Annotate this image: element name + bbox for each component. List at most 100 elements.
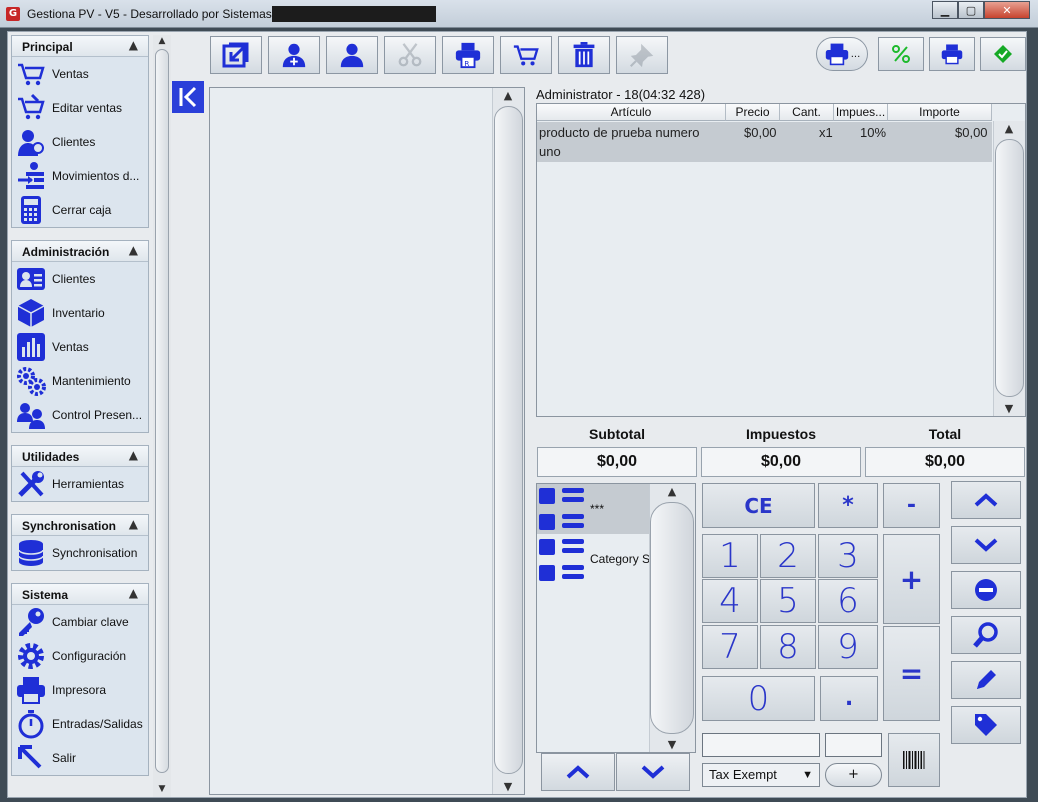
search-product-button[interactable] (951, 616, 1021, 654)
scroll-up-icon[interactable]: ▲ (493, 89, 523, 102)
page-up-button[interactable] (541, 753, 615, 791)
discount-button[interactable] (878, 37, 924, 71)
digit-8-button[interactable]: 8 (760, 625, 816, 669)
sidebar-item-label: Configuración (52, 649, 127, 663)
sidebar-item-salir[interactable]: Salir (12, 741, 148, 775)
column-header-precio[interactable]: Precio (726, 104, 780, 121)
sidebar-item-synchronisation[interactable]: Synchronisation (12, 536, 148, 570)
scroll-down-icon[interactable]: ▼ (156, 784, 168, 796)
chevron-up-icon[interactable]: ▲ (129, 586, 138, 600)
sidebar-item-herramientas[interactable]: Herramientas (12, 467, 148, 501)
chevron-up-icon[interactable]: ▲ (129, 243, 138, 257)
sidebar-item-inventario[interactable]: Inventario (12, 296, 148, 330)
delete-ticket-button[interactable] (558, 36, 610, 74)
sidebar-item-clientes[interactable]: Clientes (12, 125, 148, 159)
sidebar-item-editar-ventas[interactable]: Editar ventas (12, 91, 148, 125)
chevron-up-icon[interactable]: ▲ (129, 448, 138, 462)
column-header-impuestos[interactable]: Impues... (834, 104, 888, 121)
sidebar-item-admin-ventas[interactable]: Ventas (12, 330, 148, 364)
remove-line-button[interactable] (951, 571, 1021, 609)
scrollbar-thumb[interactable] (650, 502, 694, 734)
scroll-up-icon[interactable]: ▲ (650, 485, 694, 498)
scroll-up-icon[interactable]: ▲ (994, 122, 1024, 135)
minimize-button[interactable]: ▁ (932, 1, 958, 19)
sidebar-item-cambiar-clave[interactable]: Cambiar clave (12, 605, 148, 639)
digit-6-button[interactable]: 6 (818, 579, 878, 623)
tax-category-select[interactable]: Tax Exempt ▼ (702, 763, 820, 787)
printer-icon (825, 43, 848, 66)
digit-2-button[interactable]: 2 (760, 534, 816, 578)
attributes-button[interactable] (951, 706, 1021, 744)
cart-button[interactable] (500, 36, 552, 74)
product-panel-scrollbar[interactable]: ▲ ▼ (492, 88, 524, 794)
sidebar-scrollbar[interactable]: ▲ ▼ (153, 35, 171, 797)
scroll-down-icon[interactable]: ▼ (994, 402, 1024, 415)
sidebar-item-control-presencia[interactable]: Control Presen... (12, 398, 148, 432)
customer-button[interactable] (326, 36, 378, 74)
chevron-up-icon[interactable]: ▲ (129, 517, 138, 531)
sidebar-item-ventas[interactable]: Ventas (12, 57, 148, 91)
section-header-synchronisation[interactable]: Synchronisation ▲ (12, 515, 148, 536)
new-customer-button[interactable] (268, 36, 320, 74)
digit-7-button[interactable]: 7 (702, 625, 758, 669)
digit-9-button[interactable]: 9 (818, 625, 878, 669)
decimal-button[interactable]: . (820, 676, 878, 721)
column-header-importe[interactable]: Importe (888, 104, 992, 121)
pin-button[interactable] (616, 36, 668, 74)
section-header-sistema[interactable]: Sistema ▲ (12, 584, 148, 605)
sidebar-item-label: Clientes (52, 135, 96, 149)
section-header-utilidades[interactable]: Utilidades ▲ (12, 446, 148, 467)
print-ticket-button[interactable]: R (442, 36, 494, 74)
equals-button[interactable]: = (883, 626, 940, 721)
sidebar-item-impresora[interactable]: Impresora (12, 673, 148, 707)
digit-0-button[interactable]: 0 (702, 676, 815, 721)
close-button[interactable]: ✕ (984, 1, 1030, 19)
section-header-principal[interactable]: Principal ▲ (12, 36, 148, 57)
product-code-input[interactable] (702, 733, 820, 757)
sidebar-item-movimientos[interactable]: Movimientos d... (12, 159, 148, 193)
list-item[interactable]: Category S (537, 536, 650, 586)
scroll-down-icon[interactable]: ▼ (650, 738, 694, 751)
barcode-button[interactable] (888, 733, 940, 787)
sidebar-item-entradas-salidas[interactable]: Entradas/Salidas (12, 707, 148, 741)
edit-line-button[interactable] (951, 661, 1021, 699)
ticket-scrollbar[interactable]: ▲ ▼ (993, 121, 1025, 416)
swap-ticket-button[interactable] (210, 36, 262, 74)
split-ticket-button[interactable] (384, 36, 436, 74)
plus-button[interactable]: + (883, 534, 940, 624)
sidebar-item-cerrar-caja[interactable]: Cerrar caja (12, 193, 148, 227)
sidebar-item-admin-clientes[interactable]: Clientes (12, 262, 148, 296)
clear-entry-button[interactable]: CE (702, 483, 815, 528)
page-down-button[interactable] (616, 753, 690, 791)
scrollbar-thumb[interactable] (995, 139, 1024, 397)
digit-5-button[interactable]: 5 (760, 579, 816, 623)
confirm-payment-button[interactable] (980, 37, 1026, 71)
add-tax-button[interactable]: + (825, 763, 882, 787)
maximize-button[interactable]: ▢ (958, 1, 984, 19)
column-header-articulo[interactable]: Artículo (537, 104, 726, 121)
minus-button[interactable]: - (883, 483, 940, 528)
chevron-up-icon[interactable]: ▲ (129, 38, 138, 52)
sidebar-item-configuracion[interactable]: Configuración (12, 639, 148, 673)
scrollbar-thumb[interactable] (155, 49, 169, 773)
scroll-up-icon[interactable]: ▲ (156, 36, 168, 48)
table-row[interactable]: producto de prueba numero uno $0,00 x1 1… (537, 122, 992, 162)
print-options-button[interactable]: ... (816, 37, 868, 71)
move-down-button[interactable] (951, 526, 1021, 564)
category-scrollbar[interactable]: ▲ ▼ (649, 484, 695, 752)
print-button[interactable] (929, 37, 975, 71)
move-up-button[interactable] (951, 481, 1021, 519)
section-header-administracion[interactable]: Administración ▲ (12, 241, 148, 262)
scroll-down-icon[interactable]: ▼ (493, 780, 523, 793)
column-header-cantidad[interactable]: Cant. (780, 104, 834, 121)
sidebar-item-mantenimiento[interactable]: Mantenimiento (12, 364, 148, 398)
box-icon (17, 299, 45, 327)
scrollbar-thumb[interactable] (494, 106, 523, 774)
collapse-panel-button[interactable] (172, 81, 204, 113)
digit-3-button[interactable]: 3 (818, 534, 878, 578)
multiply-button[interactable]: * (818, 483, 878, 528)
digit-4-button[interactable]: 4 (702, 579, 758, 623)
quantity-input[interactable] (825, 733, 882, 757)
digit-1-button[interactable]: 1 (702, 534, 758, 578)
list-item[interactable]: *** (537, 484, 649, 534)
